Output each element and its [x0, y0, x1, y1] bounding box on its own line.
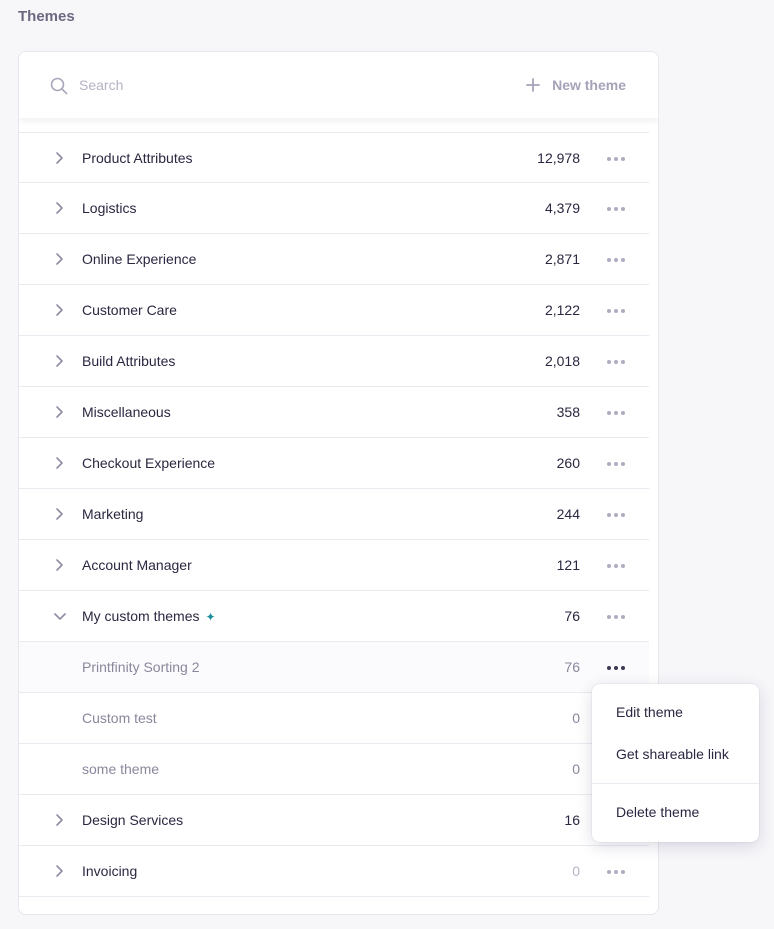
more-options-icon[interactable]	[605, 511, 627, 519]
theme-row[interactable]: Checkout Experience 260	[19, 438, 649, 489]
edit-theme-menu-item[interactable]: Edit theme	[616, 704, 683, 720]
more-options-icon[interactable]	[605, 613, 627, 621]
theme-count: 260	[556, 455, 580, 471]
delete-theme-menu-item[interactable]: Delete theme	[616, 804, 699, 820]
theme-name: Product Attributes	[82, 149, 193, 166]
sub-theme-name: some theme	[82, 761, 160, 777]
search-input[interactable]	[79, 74, 379, 96]
themes-list: Product Attributes 12,978 Logistics 4,37…	[19, 132, 658, 897]
new-theme-button[interactable]: New theme	[526, 74, 626, 96]
themes-toolbar: New theme	[19, 52, 658, 118]
theme-count: 2,018	[544, 353, 580, 369]
more-options-icon[interactable]	[605, 868, 627, 876]
theme-name: Logistics	[82, 200, 137, 216]
theme-row[interactable]: Account Manager 121	[19, 540, 649, 591]
theme-name-with-badge: My custom themes ✦	[82, 608, 216, 624]
new-theme-label: New theme	[552, 77, 626, 93]
theme-name: Online Experience	[82, 251, 197, 267]
theme-count: 12,978	[537, 149, 580, 166]
chevron-right-icon[interactable]	[54, 507, 66, 521]
chevron-right-icon[interactable]	[54, 558, 66, 572]
chevron-right-icon[interactable]	[54, 813, 66, 827]
chevron-right-icon[interactable]	[54, 405, 66, 419]
theme-name: Miscellaneous	[82, 404, 171, 420]
theme-row[interactable]: My custom themes ✦ 76	[19, 591, 649, 642]
theme-count: 16	[564, 812, 580, 828]
theme-name: Invoicing	[82, 863, 138, 879]
chevron-right-icon[interactable]	[54, 303, 66, 317]
more-options-icon[interactable]	[605, 409, 627, 417]
theme-name: Customer Care	[82, 302, 177, 318]
more-options-icon[interactable]	[605, 205, 627, 213]
theme-count: 2,871	[544, 251, 580, 267]
more-options-icon[interactable]	[605, 358, 627, 366]
more-options-icon[interactable]	[605, 562, 627, 570]
more-options-icon[interactable]	[605, 664, 627, 672]
sub-theme-row[interactable]: some theme 0	[19, 744, 649, 795]
sub-theme-count: 76	[564, 659, 580, 675]
sparkle-icon: ✦	[205, 610, 216, 624]
more-options-icon[interactable]	[605, 256, 627, 264]
theme-row[interactable]: Marketing 244	[19, 489, 649, 540]
theme-context-menu: Edit theme Get shareable link Delete the…	[592, 684, 759, 842]
theme-count: 121	[556, 557, 580, 573]
more-options-icon[interactable]	[605, 307, 627, 315]
get-shareable-link-menu-item[interactable]: Get shareable link	[616, 746, 729, 762]
chevron-right-icon[interactable]	[54, 864, 66, 878]
theme-name: My custom themes	[82, 608, 200, 624]
theme-name: Marketing	[82, 506, 144, 522]
chevron-right-icon[interactable]	[54, 151, 66, 165]
menu-divider	[592, 783, 759, 784]
theme-row[interactable]: Online Experience 2,871	[19, 234, 649, 285]
chevron-right-icon[interactable]	[54, 354, 66, 368]
sub-theme-name: Custom test	[82, 710, 157, 726]
theme-count: 244	[556, 506, 580, 522]
chevron-down-icon[interactable]	[54, 609, 66, 623]
more-options-icon[interactable]	[605, 155, 627, 163]
themes-panel: New theme Product Attributes 12,978 Logi…	[18, 51, 659, 915]
theme-name: Account Manager	[82, 557, 192, 573]
page-title: Themes	[18, 8, 75, 25]
theme-name: Build Attributes	[82, 353, 176, 369]
theme-name: Checkout Experience	[82, 455, 216, 471]
more-options-icon[interactable]	[605, 460, 627, 468]
theme-row[interactable]: Invoicing 0	[19, 846, 649, 897]
sub-theme-name: Printfinity Sorting 2	[82, 659, 200, 675]
theme-count: 0	[572, 863, 580, 879]
theme-count: 358	[556, 404, 580, 420]
theme-row[interactable]: Logistics 4,379	[19, 183, 649, 234]
chevron-right-icon[interactable]	[54, 252, 66, 266]
sub-theme-count: 0	[572, 710, 580, 726]
theme-row[interactable]: Customer Care 2,122	[19, 285, 649, 336]
theme-count: 4,379	[544, 200, 580, 216]
sub-theme-count: 0	[572, 761, 580, 777]
theme-row[interactable]: Design Services 16	[19, 795, 649, 846]
search-icon	[50, 77, 68, 95]
theme-row[interactable]: Miscellaneous 358	[19, 387, 649, 438]
chevron-right-icon[interactable]	[54, 456, 66, 470]
sub-theme-row[interactable]: Custom test 0	[19, 693, 649, 744]
theme-row[interactable]: Build Attributes 2,018	[19, 336, 649, 387]
theme-name: Design Services	[82, 812, 184, 828]
chevron-right-icon[interactable]	[54, 201, 66, 215]
theme-row[interactable]: Product Attributes 12,978	[19, 132, 649, 183]
theme-count: 2,122	[544, 302, 580, 318]
sub-theme-row[interactable]: Printfinity Sorting 2 76	[19, 642, 649, 693]
theme-count: 76	[564, 608, 580, 624]
plus-icon	[526, 78, 540, 92]
